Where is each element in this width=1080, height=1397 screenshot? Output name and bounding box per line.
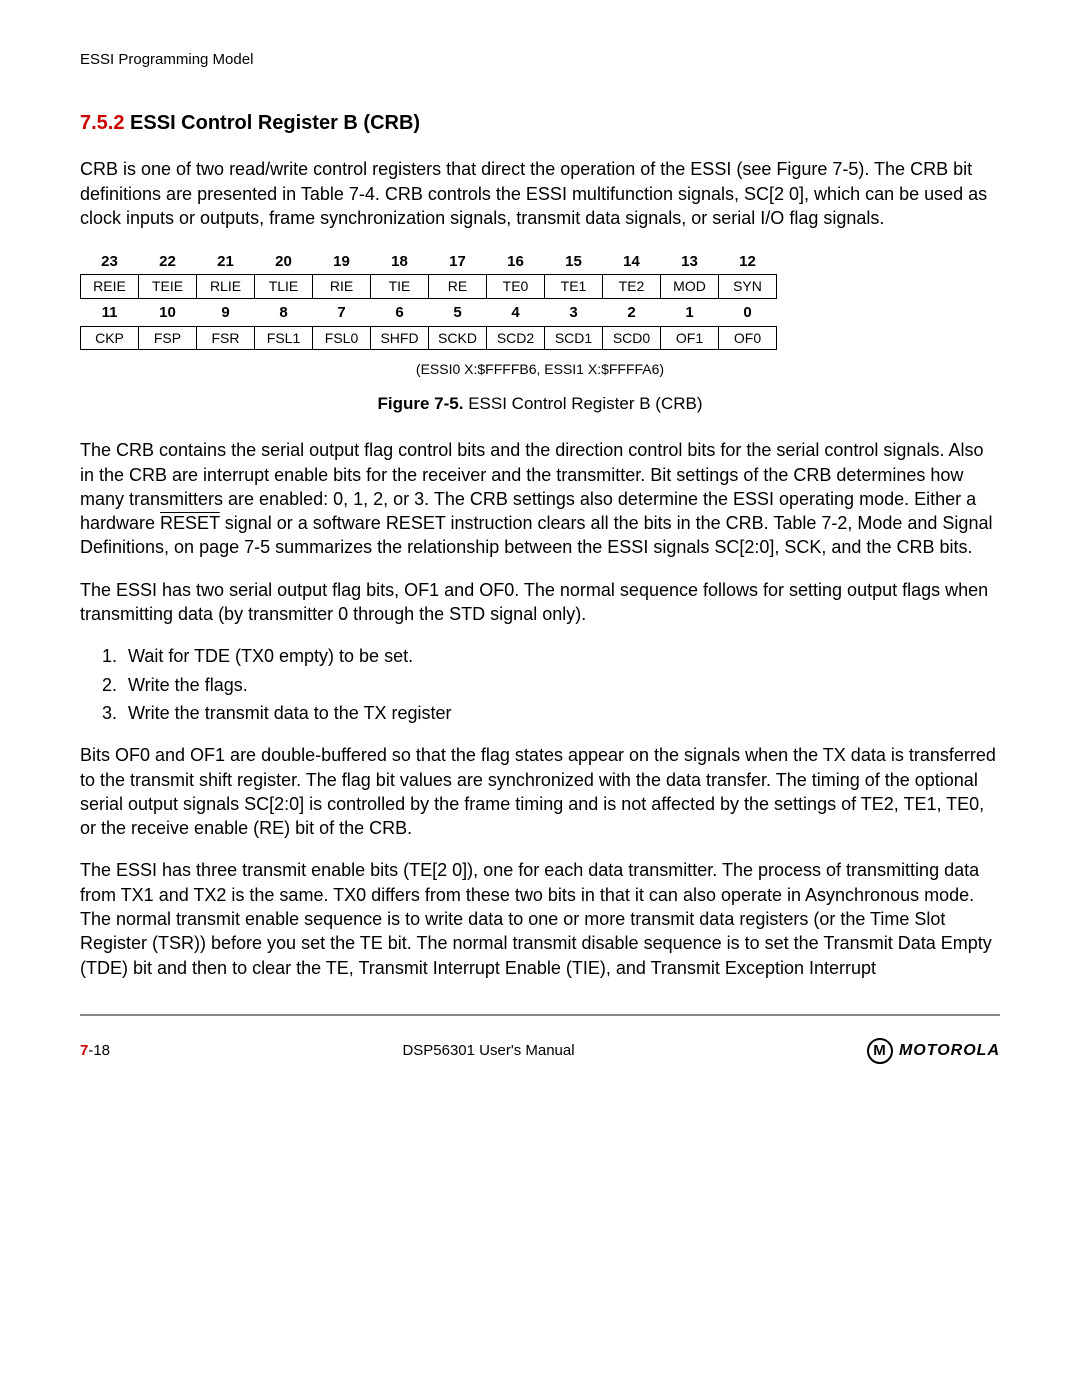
bit-number-cell: 1	[661, 299, 719, 326]
bit-name-cell: OF1	[661, 326, 719, 350]
bit-name-cell: RIE	[313, 275, 371, 299]
intro-paragraph: CRB is one of two read/write control reg…	[80, 157, 1000, 230]
bit-number-cell: 6	[371, 299, 429, 326]
output-flag-paragraph: The ESSI has two serial output flag bits…	[80, 578, 1000, 627]
bit-number-cell: 9	[197, 299, 255, 326]
bit-name-cell: TIE	[371, 275, 429, 299]
bit-number-cell: 15	[545, 248, 603, 275]
crb-description-paragraph: The CRB contains the serial output flag …	[80, 438, 1000, 559]
bit-name-cell: SCD1	[545, 326, 603, 350]
bit-number-cell: 21	[197, 248, 255, 275]
page-footer: 7-18 DSP56301 User's Manual M MOTOROLA	[80, 1014, 1000, 1064]
bit-number-cell: 12	[719, 248, 777, 275]
bit-number-cell: 16	[487, 248, 545, 275]
bit-number-cell: 7	[313, 299, 371, 326]
bit-number-cell: 2	[603, 299, 661, 326]
bit-number-cell: 17	[429, 248, 487, 275]
bit-number-cell: 4	[487, 299, 545, 326]
bit-name-cell: FSP	[139, 326, 197, 350]
bit-name-cell: TE2	[603, 275, 661, 299]
bit-number-cell: 22	[139, 248, 197, 275]
bit-number-cell: 10	[139, 299, 197, 326]
running-header: ESSI Programming Model	[80, 50, 1000, 70]
bit-number-cell: 23	[81, 248, 139, 275]
bit-number-cell: 3	[545, 299, 603, 326]
bit-number-cell: 18	[371, 248, 429, 275]
bit-name-cell: TLIE	[255, 275, 313, 299]
bit-number-cell: 20	[255, 248, 313, 275]
bit-name-cell: FSL0	[313, 326, 371, 350]
bit-name-cell: FSL1	[255, 326, 313, 350]
step-item: Wait for TDE (TX0 empty) to be set.	[122, 644, 1000, 668]
transmit-enable-paragraph: The ESSI has three transmit enable bits …	[80, 858, 1000, 979]
bit-number-cell: 8	[255, 299, 313, 326]
manual-name: DSP56301 User's Manual	[110, 1041, 867, 1061]
reset-signal-overline: RESET	[160, 513, 220, 533]
bit-name-cell: TEIE	[139, 275, 197, 299]
bit-number-cell: 14	[603, 248, 661, 275]
bit-number-cell: 19	[313, 248, 371, 275]
bit-number-cell: 0	[719, 299, 777, 326]
page-number: 7-18	[80, 1041, 110, 1061]
step-item: Write the transmit data to the TX regist…	[122, 701, 1000, 725]
bit-name-cell: CKP	[81, 326, 139, 350]
step-item: Write the flags.	[122, 673, 1000, 697]
section-number: 7.5.2	[80, 112, 124, 134]
bit-name-cell: SCD0	[603, 326, 661, 350]
bit-name-cell: RE	[429, 275, 487, 299]
register-address: (ESSI0 X:$FFFFB6, ESSI1 X:$FFFFA6)	[80, 360, 1000, 379]
bit-number-cell: 13	[661, 248, 719, 275]
bit-name-cell: SYN	[719, 275, 777, 299]
figure-label: Figure 7-5.	[378, 394, 464, 413]
motorola-logo-icon: M	[867, 1038, 893, 1064]
double-buffer-paragraph: Bits OF0 and OF1 are double-buffered so …	[80, 743, 1000, 840]
bit-number-cell: 5	[429, 299, 487, 326]
register-bit-table: 232221201918171615141312 REIETEIERLIETLI…	[80, 248, 1000, 350]
section-heading: 7.5.2 ESSI Control Register B (CRB)	[80, 110, 1000, 137]
section-title-text: ESSI Control Register B (CRB)	[130, 112, 420, 134]
steps-list: Wait for TDE (TX0 empty) to be set. Writ…	[104, 644, 1000, 725]
bit-name-cell: TE1	[545, 275, 603, 299]
bit-name-cell: FSR	[197, 326, 255, 350]
figure-title: ESSI Control Register B (CRB)	[468, 394, 702, 413]
bit-name-cell: TE0	[487, 275, 545, 299]
bit-name-cell: REIE	[81, 275, 139, 299]
bit-name-cell: SCD2	[487, 326, 545, 350]
bit-name-cell: MOD	[661, 275, 719, 299]
bit-name-cell: RLIE	[197, 275, 255, 299]
figure-caption: Figure 7-5. ESSI Control Register B (CRB…	[80, 393, 1000, 416]
bit-name-cell: OF0	[719, 326, 777, 350]
motorola-logo-text: MOTOROLA	[899, 1040, 1000, 1062]
bit-name-cell: SCKD	[429, 326, 487, 350]
bit-number-cell: 11	[81, 299, 139, 326]
motorola-logo: M MOTOROLA	[867, 1038, 1000, 1064]
bit-name-cell: SHFD	[371, 326, 429, 350]
